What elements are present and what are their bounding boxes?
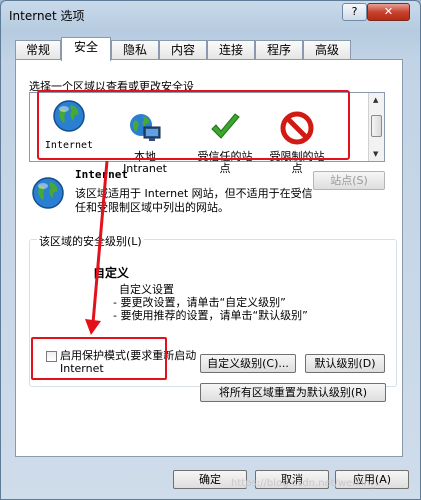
help-button[interactable]: ? xyxy=(342,3,367,21)
custom-level-button[interactable]: 自定义级别(C)... xyxy=(200,354,296,373)
tab-security[interactable]: 安全 xyxy=(61,37,111,61)
zone-list: Internet 本地 Intranet 受信任的站 点 受限制的站 点 ▲ ▼ xyxy=(29,92,385,175)
tab-general[interactable]: 常规 xyxy=(15,40,61,60)
custom-line-2: - 要更改设置，请单击“自定义级别” xyxy=(113,296,286,309)
custom-level-title: 自定义 xyxy=(93,266,130,280)
zone-scrollbar[interactable]: ▲ ▼ xyxy=(368,93,384,161)
selected-zone-description: 该区域适用于 Internet 网站，但不适用于在受信任和受限制区域中列出的网站… xyxy=(75,187,313,214)
tab-privacy[interactable]: 隐私 xyxy=(111,40,159,60)
tab-programs[interactable]: 程序 xyxy=(255,40,303,60)
security-level-label: 该区域的安全级别(L) xyxy=(37,233,144,249)
custom-line-1: 自定义设置 xyxy=(119,283,174,296)
scroll-down-icon[interactable]: ▼ xyxy=(373,150,378,158)
default-level-button[interactable]: 默认级别(D) xyxy=(305,354,385,373)
reset-all-zones-button[interactable]: 将所有区域重置为默认级别(R) xyxy=(200,383,386,402)
selected-zone-globe-icon xyxy=(32,177,64,209)
zone-internet[interactable]: Internet xyxy=(30,99,108,152)
protected-mode-label[interactable]: 启用保护模式(要求重新启动 Internet xyxy=(60,349,200,375)
scroll-thumb[interactable] xyxy=(371,115,382,137)
internet-options-window: Internet 选项 ? ✕ 常规 安全 隐私 内容 连接 程序 高级 选择一… xyxy=(0,0,421,500)
protected-mode-checkbox[interactable] xyxy=(46,351,57,362)
sites-button[interactable]: 站点(S) xyxy=(313,171,385,190)
window-title: Internet 选项 xyxy=(9,9,85,23)
zone-trusted-sites[interactable]: 受信任的站 点 xyxy=(186,99,264,187)
intranet-icon xyxy=(130,114,161,141)
tab-content[interactable]: 内容 xyxy=(159,40,207,60)
tab-advanced[interactable]: 高级 xyxy=(303,40,351,60)
custom-line-3: - 要使用推荐的设置，请单击“默认级别” xyxy=(113,309,308,322)
scroll-up-icon[interactable]: ▲ xyxy=(373,96,378,104)
checkmark-icon xyxy=(211,113,240,139)
zone-trusted-sites-label: 受信任的站 点 xyxy=(197,150,253,175)
watermark: https://blog.csdn.net/weixin_... xyxy=(231,478,385,489)
globe-icon xyxy=(53,100,85,132)
tab-connections[interactable]: 连接 xyxy=(207,40,255,60)
custom-level-text: 自定义设置 - 要更改设置，请单击“自定义级别” - 要使用推荐的设置，请单击“… xyxy=(99,283,308,322)
close-button[interactable]: ✕ xyxy=(367,3,410,21)
selected-zone-title: Internet xyxy=(75,168,128,181)
zone-internet-label: Internet xyxy=(44,140,94,151)
restricted-icon xyxy=(280,111,314,145)
